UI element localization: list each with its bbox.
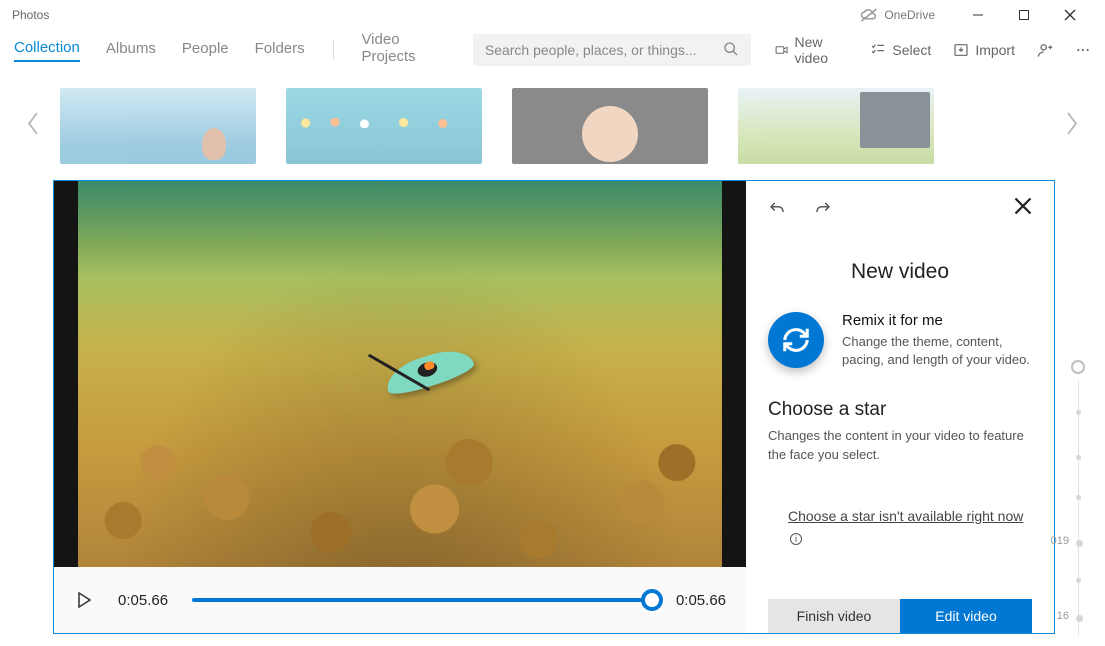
tab-divider [333, 40, 334, 60]
select-button[interactable]: Select [870, 42, 931, 58]
cloud-icon [860, 6, 878, 24]
person-plus-icon [1037, 42, 1053, 58]
new-video-label: New video [795, 34, 849, 66]
remix-icon [768, 312, 824, 368]
toolbar-actions: New video Select Import [775, 34, 1091, 66]
select-label: Select [892, 42, 931, 58]
onedrive-button[interactable]: OneDrive [860, 6, 935, 24]
search-input[interactable]: Search people, places, or things... [473, 34, 751, 66]
choose-star-unavailable[interactable]: Choose a star isn't available right now … [768, 506, 1032, 548]
maximize-button[interactable] [1001, 0, 1047, 30]
remix-heading: Remix it for me [842, 312, 1032, 329]
timeline-year-label: 16 [1057, 610, 1069, 622]
strip-next-button[interactable] [1063, 111, 1081, 142]
nav-tabs: Collection Albums People Folders Video P… [14, 31, 439, 69]
choose-star-unavailable-link: Choose a star isn't available right now … [788, 508, 1023, 545]
seek-knob[interactable] [641, 589, 663, 611]
tab-people[interactable]: People [182, 40, 229, 61]
thumbnail-strip [0, 76, 1105, 176]
project-thumbnail[interactable] [60, 88, 256, 164]
finish-video-button[interactable]: Finish video [768, 599, 900, 633]
timeline-scrubber: 019 16 [1061, 360, 1089, 636]
window-controls [955, 0, 1093, 30]
search-placeholder: Search people, places, or things... [485, 42, 697, 58]
import-icon [953, 42, 969, 58]
close-window-button[interactable] [1047, 0, 1093, 30]
more-button[interactable] [1075, 42, 1091, 58]
panel-buttons: Finish video Edit video [768, 599, 1032, 633]
search-icon [723, 41, 739, 60]
side-panel: New video Remix it for me Change the the… [746, 181, 1054, 633]
toolbar: Collection Albums People Folders Video P… [0, 30, 1105, 70]
tab-collection[interactable]: Collection [14, 39, 80, 62]
ellipsis-icon [1075, 42, 1091, 58]
tab-video-projects[interactable]: Video Projects [361, 31, 438, 69]
video-plus-icon [775, 42, 788, 58]
project-thumbnail[interactable] [286, 88, 482, 164]
choose-star-desc: Changes the content in your video to fea… [768, 427, 1032, 463]
strip-prev-button[interactable] [24, 111, 42, 142]
app-title: Photos [12, 8, 49, 22]
video-preview[interactable] [54, 181, 746, 567]
current-time: 0:05.66 [118, 592, 168, 609]
undo-button[interactable] [768, 200, 786, 218]
seek-slider[interactable] [192, 598, 652, 602]
checklist-icon [870, 42, 886, 58]
remix-option[interactable]: Remix it for me Change the theme, conten… [768, 312, 1032, 369]
new-video-button[interactable]: New video [775, 34, 848, 66]
project-thumbnail[interactable] [512, 88, 708, 164]
import-button[interactable]: Import [953, 42, 1015, 58]
title-bar: Photos OneDrive [0, 0, 1105, 30]
import-label: Import [975, 42, 1015, 58]
project-thumbnail[interactable] [738, 88, 934, 164]
choose-star-section: Choose a star Changes the content in you… [768, 399, 1032, 463]
onedrive-label: OneDrive [884, 8, 935, 22]
play-button[interactable] [74, 592, 94, 608]
panel-title: New video [768, 260, 1032, 284]
minimize-button[interactable] [955, 0, 1001, 30]
total-time: 0:05.66 [676, 592, 726, 609]
add-person-button[interactable] [1037, 42, 1053, 58]
tab-albums[interactable]: Albums [106, 40, 156, 61]
tab-folders[interactable]: Folders [255, 40, 305, 61]
transport-bar: 0:05.66 0:05.66 [54, 567, 746, 633]
close-panel-button[interactable] [1014, 197, 1032, 220]
info-icon: i [790, 533, 802, 545]
edit-video-button[interactable]: Edit video [900, 599, 1032, 633]
redo-button[interactable] [814, 200, 832, 218]
play-icon [77, 592, 91, 608]
remix-desc: Change the theme, content, pacing, and l… [842, 333, 1032, 369]
video-editor-modal: 0:05.66 0:05.66 New video Remix [53, 180, 1055, 634]
video-player: 0:05.66 0:05.66 [54, 181, 746, 633]
choose-star-heading: Choose a star [768, 399, 1032, 421]
